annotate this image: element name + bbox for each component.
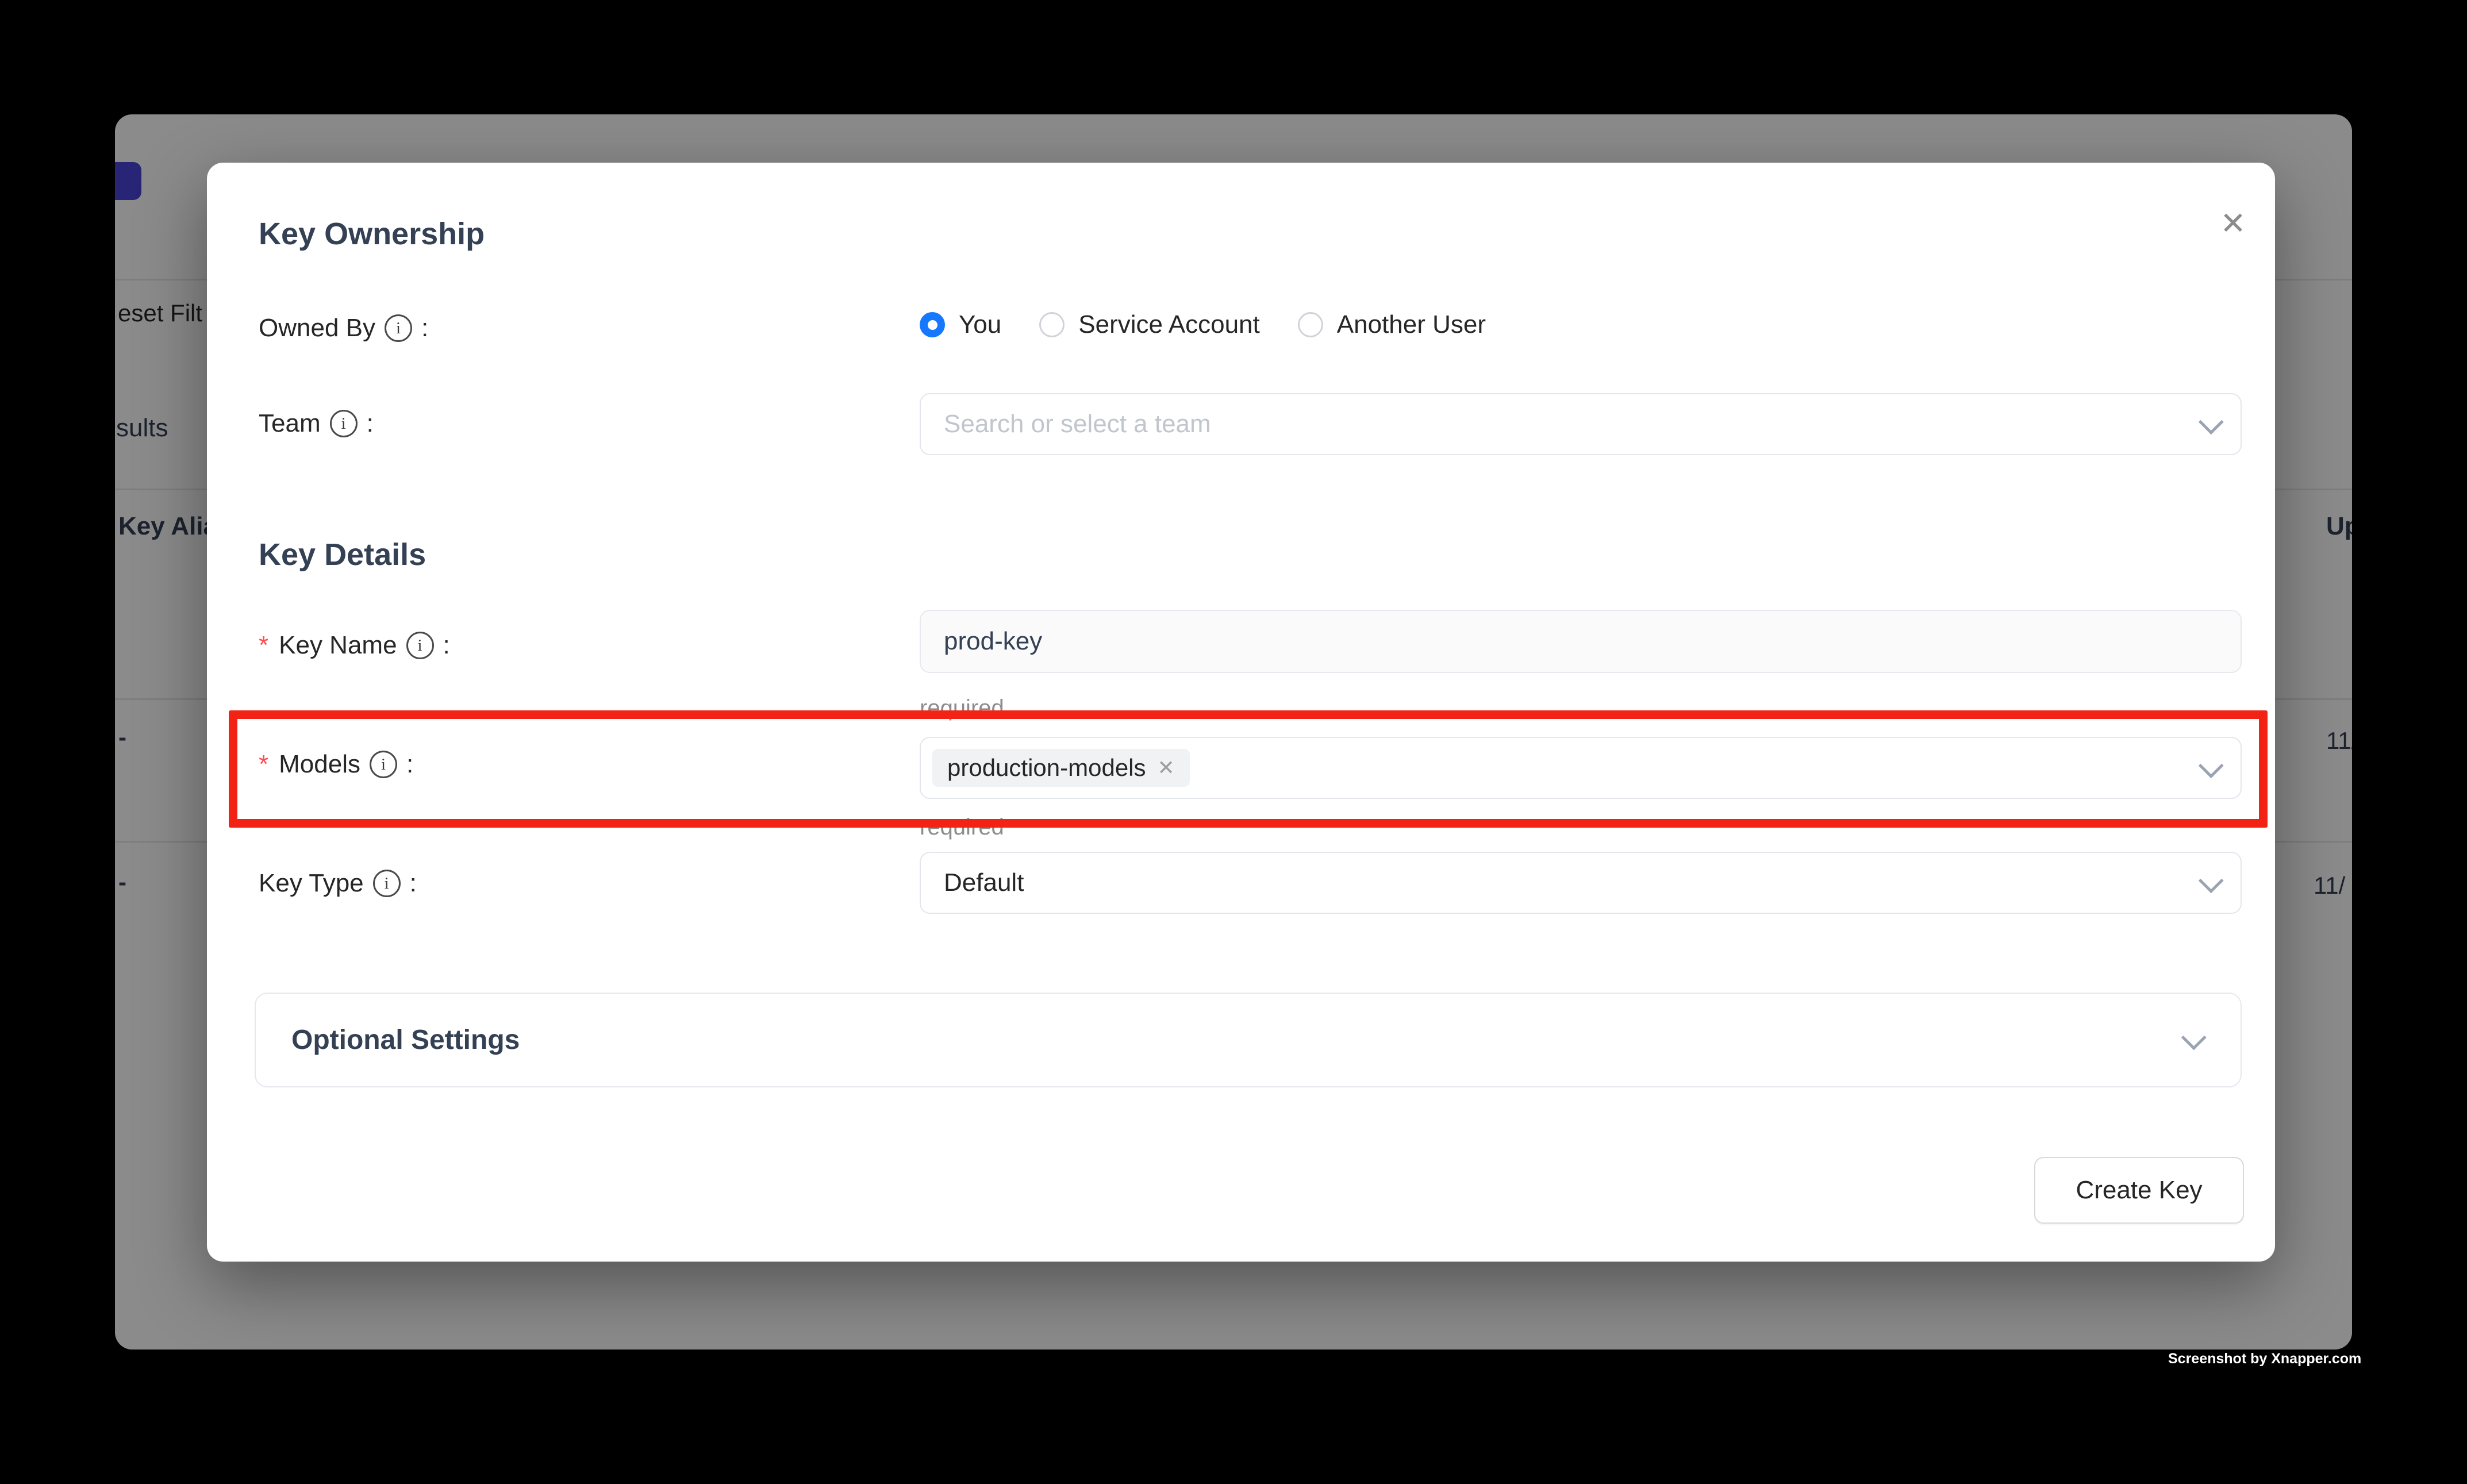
radio-unselected-icon[interactable] — [1298, 312, 1323, 337]
key-type-select[interactable]: Default — [920, 852, 2242, 914]
team-select-placeholder: Search or select a team — [944, 410, 2200, 439]
key-details-title: Key Details — [259, 537, 426, 572]
radio-owned-by-service-account[interactable]: Service Account — [1039, 310, 1260, 339]
owned-by-radio-group: You Service Account Another User — [920, 307, 1486, 342]
optional-settings-title: Optional Settings — [291, 1024, 2182, 1056]
chevron-down-icon — [2199, 409, 2224, 435]
key-name-label: * Key Name i : — [259, 628, 450, 663]
watermark: Screenshot by Xnapper.com — [2168, 1351, 2361, 1367]
team-select[interactable]: Search or select a team — [920, 393, 2242, 455]
key-type-value: Default — [944, 868, 2200, 897]
info-icon: i — [385, 314, 412, 342]
required-asterisk: * — [259, 631, 268, 660]
radio-owned-by-you[interactable]: You — [920, 310, 1001, 339]
owned-by-label: Owned By i : — [259, 311, 428, 345]
create-key-button[interactable]: Create Key — [2034, 1157, 2244, 1224]
radio-selected-icon[interactable] — [920, 312, 945, 337]
chevron-down-icon — [2199, 868, 2224, 893]
chevron-down-icon — [2181, 1025, 2207, 1050]
info-icon: i — [406, 632, 434, 659]
close-icon[interactable]: ✕ — [2214, 204, 2252, 242]
radio-owned-by-another-user[interactable]: Another User — [1298, 310, 1486, 339]
team-label: Team i : — [259, 406, 374, 441]
optional-settings-toggle[interactable]: Optional Settings — [255, 993, 2242, 1087]
info-icon: i — [373, 870, 401, 897]
key-type-label: Key Type i : — [259, 866, 417, 901]
key-ownership-title: Key Ownership — [259, 217, 485, 251]
annotation-highlight-rectangle — [229, 710, 2268, 828]
key-name-input[interactable]: prod-key — [920, 610, 2242, 673]
radio-unselected-icon[interactable] — [1039, 312, 1065, 337]
key-name-value: prod-key — [944, 627, 2218, 656]
info-icon: i — [330, 410, 358, 437]
